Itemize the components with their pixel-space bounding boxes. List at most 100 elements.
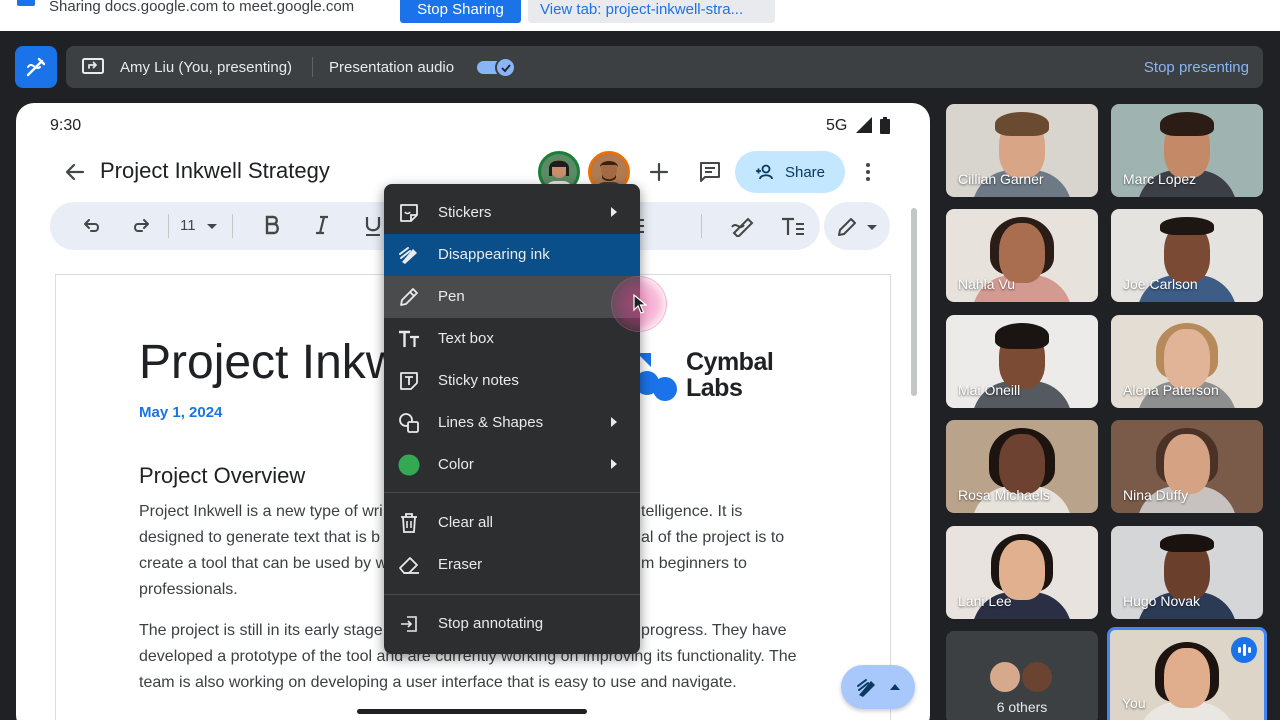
draw-pen-icon[interactable] <box>730 215 756 237</box>
participant-tile-cillian-garner[interactable]: Cillian Garner <box>946 104 1098 197</box>
home-indicator[interactable] <box>357 709 587 714</box>
bold-icon[interactable] <box>264 215 280 235</box>
menu-item-sticky-notes[interactable]: Sticky notes <box>384 360 640 402</box>
participant-face <box>999 223 1045 283</box>
comment-icon[interactable] <box>698 161 722 183</box>
mouse-pointer-icon <box>633 294 647 314</box>
sticker-icon <box>398 202 420 224</box>
menu-item-label: Stickers <box>438 204 492 221</box>
menu-item-label: Clear all <box>438 514 494 531</box>
participant-name: You <box>1122 695 1146 711</box>
check-icon <box>500 63 511 72</box>
sharing-banner-text: Sharing docs.google.com to meet.google.c… <box>49 0 355 15</box>
sticky-note-icon <box>398 370 420 392</box>
pen-tool-dropdown[interactable] <box>824 202 890 250</box>
participant-tile-nahla-vu[interactable]: Nahla Vu <box>946 209 1098 302</box>
participant-tile-joe-carlson[interactable]: Joe Carlson <box>1111 209 1263 302</box>
dropdown-arrow-icon[interactable] <box>206 223 218 231</box>
menu-item-lines-shapes[interactable]: Lines & Shapes <box>384 402 640 444</box>
menu-item-color[interactable]: Color <box>384 444 640 486</box>
others-avatar-1 <box>988 660 1022 694</box>
submenu-arrow-icon <box>611 417 617 427</box>
trash-icon <box>398 512 420 534</box>
document-title: Project Inkwell Strategy <box>100 158 330 183</box>
menu-item-stickers[interactable]: Stickers <box>384 192 640 234</box>
menu-item-eraser[interactable]: Eraser <box>384 544 640 586</box>
presenter-name: Amy Liu (You, presenting) <box>120 59 293 76</box>
annotate-button[interactable] <box>15 46 57 88</box>
view-tab-button[interactable]: View tab: project-inkwell-stra... <box>528 0 775 23</box>
exit-icon <box>398 613 420 635</box>
participant-name: Nina Duffy <box>1123 487 1189 503</box>
para-text: al of the project is to <box>641 529 785 546</box>
color-swatch-icon <box>398 454 420 476</box>
underline-icon[interactable] <box>364 215 382 237</box>
participant-tile-rosa-michaels[interactable]: Rosa Michaels <box>946 420 1098 513</box>
participant-tile-marc-lopez[interactable]: Marc Lopez <box>1111 104 1263 197</box>
para-text: designed to generate text that is b <box>139 529 381 546</box>
stop-sharing-button[interactable]: Stop Sharing <box>400 0 521 23</box>
toolbar-divider <box>168 214 169 238</box>
section-heading: Project Overview <box>139 463 306 488</box>
disappearing-ink-icon <box>398 244 420 266</box>
text-format-icon[interactable] <box>780 215 806 237</box>
pen-icon <box>398 286 420 308</box>
menu-item-label: Sticky notes <box>438 372 519 389</box>
cymbal-logo-mark-icon <box>637 353 677 401</box>
toggle-knob <box>495 57 516 78</box>
menu-item-label: Stop annotating <box>438 615 544 632</box>
participant-tile-hugo-novak[interactable]: Hugo Novak <box>1111 526 1263 619</box>
para-text: Project Inkwell is a new type of wri <box>139 503 383 520</box>
italic-icon[interactable] <box>314 215 330 235</box>
presentation-audio-toggle[interactable] <box>477 57 517 78</box>
participant-face <box>1164 434 1210 494</box>
presentation-audio-label: Presentation audio <box>329 59 455 76</box>
participant-name: Nahla Vu <box>958 276 1016 292</box>
stop-presenting-button[interactable]: Stop presenting <box>1144 59 1249 76</box>
redo-icon[interactable] <box>131 215 151 235</box>
menu-divider <box>384 594 640 595</box>
para-text: telligence. It is <box>641 503 743 520</box>
eraser-icon <box>398 554 420 576</box>
undo-icon[interactable] <box>82 215 102 235</box>
menu-item-stop-annotating[interactable]: Stop annotating <box>384 603 640 645</box>
para-text: professionals. <box>139 581 238 598</box>
menu-item-pen[interactable]: Pen <box>384 276 640 318</box>
participant-hair <box>995 323 1049 349</box>
font-size-select[interactable]: 11 <box>180 217 196 234</box>
document-heading: Project Inkw <box>139 336 401 389</box>
annotation-tool-fab[interactable] <box>841 665 915 709</box>
bar-divider <box>312 57 313 77</box>
chevron-up-icon <box>890 684 900 690</box>
logo-text-labs: Labs <box>686 374 743 402</box>
para-text: The project is still in its early stage <box>139 622 383 639</box>
speaking-indicator-icon <box>1231 637 1257 663</box>
participant-name: Cillian Garner <box>958 171 1044 187</box>
menu-item-disappearing-ink[interactable]: Disappearing ink <box>384 234 640 276</box>
participant-name: Alena Paterson <box>1123 382 1219 398</box>
participant-tile-mai-oneill[interactable]: Mai Oneill <box>946 315 1098 408</box>
para-text: team is also working on developing a use… <box>139 674 737 691</box>
participant-tile-self[interactable]: You <box>1107 627 1267 720</box>
toolbar-divider <box>701 214 702 238</box>
participant-tile-others[interactable]: 6 others <box>946 631 1098 720</box>
document-date: May 1, 2024 <box>139 404 223 421</box>
back-arrow-icon[interactable] <box>64 161 86 183</box>
menu-item-label: Eraser <box>438 556 483 573</box>
participant-face <box>999 540 1045 600</box>
participant-tile-nina-duffy[interactable]: Nina Duffy <box>1111 420 1263 513</box>
menu-item-clear-all[interactable]: Clear all <box>384 502 640 544</box>
submenu-arrow-icon <box>611 207 617 217</box>
annotate-pen-icon <box>26 57 46 77</box>
participant-hair <box>1160 112 1214 136</box>
disappearing-ink-icon <box>857 679 875 697</box>
document-scrollbar[interactable] <box>911 208 917 396</box>
participant-name: Marc Lopez <box>1123 171 1197 187</box>
para-text: progress. They have <box>641 622 787 639</box>
participant-tile-lani-lee[interactable]: Lani Lee <box>946 526 1098 619</box>
add-icon[interactable] <box>648 161 670 183</box>
more-vert-icon[interactable] <box>862 161 874 183</box>
menu-item-text-box[interactable]: Text box <box>384 318 640 360</box>
participant-tile-alena-paterson[interactable]: Alena Paterson <box>1111 315 1263 408</box>
share-button[interactable]: Share <box>735 151 845 193</box>
